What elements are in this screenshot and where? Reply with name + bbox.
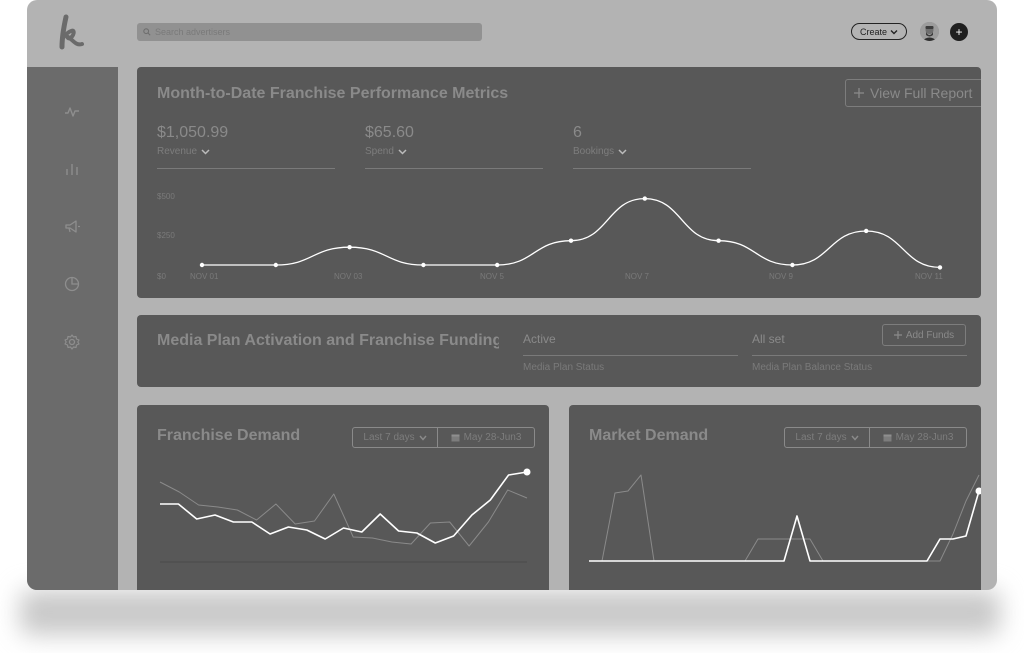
performance-card: Month-to-Date Franchise Performance Metr… [137, 67, 981, 298]
create-button[interactable]: Create [851, 23, 907, 40]
media-plan-status-field: Active [523, 317, 738, 356]
window-shadow [20, 590, 1000, 635]
activity-icon[interactable] [63, 103, 81, 121]
logo-icon[interactable] [59, 14, 85, 50]
megaphone-icon[interactable] [63, 218, 81, 236]
performance-data-point [273, 262, 278, 268]
market-demand-card: Market Demand Last 7 days May 28-Jun3 [569, 405, 981, 590]
user-avatar-icon [920, 22, 939, 41]
performance-data-point [864, 228, 869, 234]
search-input[interactable] [155, 27, 455, 37]
performance-series-line [201, 197, 941, 269]
media-plan-balance-label: Media Plan Balance Status [752, 362, 873, 373]
sidebar [27, 67, 118, 590]
add-funds-button[interactable]: Add Funds [882, 324, 966, 346]
search-bar[interactable] [137, 23, 482, 41]
performance-data-point [716, 238, 721, 243]
avatar[interactable] [920, 22, 939, 41]
franchise-demand-series-line [160, 471, 528, 544]
franchise-demand-card: Franchise Demand Last 7 days May 28-Jun3 [137, 405, 549, 590]
market-demand-end-point [975, 487, 981, 495]
pie-chart-icon[interactable] [63, 275, 81, 293]
performance-data-point [642, 196, 647, 201]
media-plan-title: Media Plan Activation and Franchise Fund… [157, 332, 499, 349]
chevron-down-icon [890, 29, 898, 34]
performance-data-point [347, 244, 352, 250]
performance-line-chart [199, 196, 943, 270]
franchise-demand-end-point [523, 468, 531, 476]
search-icon [143, 28, 151, 36]
app-window: Create + [27, 0, 997, 590]
add-funds-label: Add Funds [905, 329, 955, 341]
performance-data-point [495, 262, 500, 268]
create-label: Create [859, 26, 887, 37]
market-demand-series-line [589, 490, 980, 562]
market-demand-chart [589, 474, 981, 562]
media-plan-status-label: Media Plan Status [523, 362, 605, 373]
media-plan-card: Media Plan Activation and Franchise Fund… [137, 315, 981, 387]
performance-data-point [568, 238, 574, 243]
performance-data-point [199, 262, 205, 268]
performance-data-point [421, 262, 426, 268]
market-demand-series-line [589, 474, 980, 562]
plus-icon [893, 331, 902, 339]
franchise-demand-chart [159, 468, 531, 563]
media-plan-balance-value: All set [752, 332, 785, 346]
performance-data-point [937, 265, 943, 270]
settings-icon[interactable] [63, 333, 81, 351]
plus-icon: + [955, 25, 963, 39]
media-plan-status-value: Active [523, 332, 556, 346]
bar-chart-icon[interactable] [63, 160, 81, 178]
performance-data-point [790, 262, 795, 268]
add-button[interactable]: + [950, 23, 968, 41]
